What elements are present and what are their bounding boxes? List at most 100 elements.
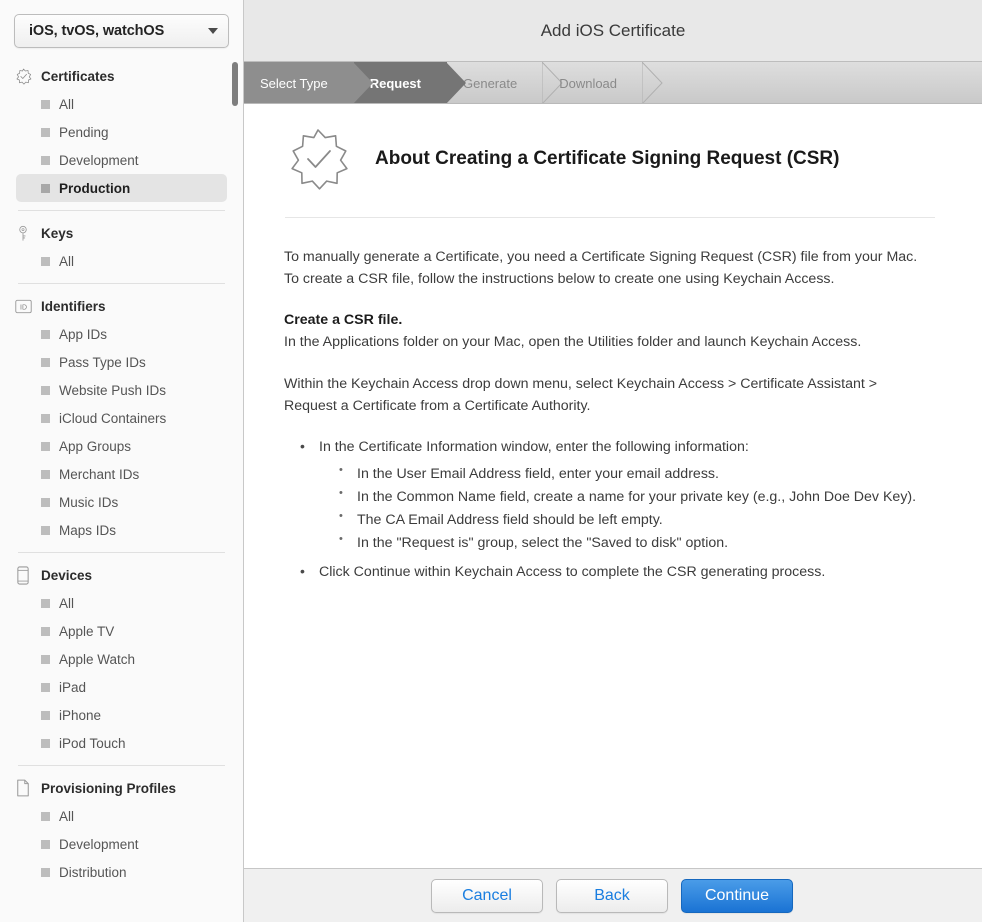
sidebar-item-label: App Groups — [59, 438, 132, 454]
document-icon — [14, 779, 32, 797]
footer-actions: Cancel Back Continue — [244, 868, 982, 922]
sub-bullet-text: In the "Request is" group, select the "S… — [357, 534, 729, 551]
sidebar-item-label: Development — [59, 152, 139, 168]
sidebar-item-label: Production — [59, 180, 131, 196]
sidebar-scrollbar-thumb[interactable] — [232, 62, 238, 106]
square-bullet-icon — [41, 839, 50, 849]
sidebar-nav: Certificates All Pending Development Product… — [0, 62, 243, 886]
square-bullet-icon — [41, 525, 50, 535]
sidebar-item-label: All — [59, 808, 75, 824]
step-breadcrumb: Select Type Request Generate Download — [244, 62, 982, 104]
sidebar-item-pending[interactable]: Pending — [16, 118, 227, 146]
square-bullet-icon — [41, 385, 50, 395]
content-area: About Creating a Certificate Signing Req… — [244, 104, 982, 868]
list-item: In the Common Name field, create a name … — [319, 485, 934, 509]
sidebar-item-label: Pass Type IDs — [59, 354, 146, 370]
sidebar-section-provisioning-profiles[interactable]: Provisioning Profiles — [0, 774, 243, 802]
sidebar-item-label: iPod Touch — [59, 735, 126, 751]
step-arrow-icon — [446, 62, 466, 103]
main-panel: Add iOS Certificate Select Type Request Ge… — [244, 0, 982, 922]
square-bullet-icon — [41, 441, 50, 451]
sidebar-item-all[interactable]: All — [16, 247, 227, 275]
sidebar-item-label: iPhone — [59, 707, 102, 723]
sidebar-section-certificates[interactable]: Certificates — [0, 62, 243, 90]
id-badge-icon: ID — [14, 297, 32, 315]
square-bullet-icon — [41, 99, 50, 109]
square-bullet-icon — [41, 654, 50, 664]
step-download[interactable]: Download — [543, 62, 663, 103]
sidebar-item-website-push-ids[interactable]: Website Push IDs — [16, 376, 227, 404]
sidebar-item-ipod-touch[interactable]: iPod Touch — [16, 729, 227, 757]
square-bullet-icon — [41, 256, 50, 266]
sidebar-section-devices[interactable]: Devices — [0, 561, 243, 589]
square-bullet-icon — [41, 497, 50, 507]
platform-select-dropdown[interactable]: iOS, tvOS, watchOS — [14, 14, 229, 48]
sidebar-item-development[interactable]: Development — [16, 146, 227, 174]
sidebar-item-all[interactable]: All — [16, 589, 227, 617]
back-button[interactable]: Back — [556, 878, 668, 913]
sub-bullet-text: The CA Email Address field should be lef… — [357, 511, 663, 528]
sidebar-item-iphone[interactable]: iPhone — [16, 701, 227, 729]
sidebar-item-merchant-ids[interactable]: Merchant IDs — [16, 460, 227, 488]
bullet-1-text: In the Certificate Information window, e… — [319, 438, 749, 455]
sidebar-section-label: Provisioning Profiles — [41, 780, 177, 796]
sidebar-item-ipad[interactable]: iPad — [16, 673, 227, 701]
square-bullet-icon — [41, 738, 50, 748]
sidebar-item-label: Apple Watch — [59, 651, 136, 667]
svg-text:ID: ID — [20, 304, 27, 311]
sidebar-section-keys[interactable]: Keys — [0, 219, 243, 247]
sidebar-item-distribution[interactable]: Distribution — [16, 858, 227, 886]
step-label: Select Type — [260, 75, 328, 91]
square-bullet-icon — [41, 598, 50, 608]
sidebar-item-label: iCloud Containers — [59, 410, 167, 426]
intro-paragraph: To manually generate a Certificate, you … — [284, 249, 918, 288]
square-bullet-icon — [41, 811, 50, 821]
sidebar-item-app-ids[interactable]: App IDs — [16, 320, 227, 348]
sidebar-item-all[interactable]: All — [16, 802, 227, 830]
sidebar-item-music-ids[interactable]: Music IDs — [16, 488, 227, 516]
sidebar-item-maps-ids[interactable]: Maps IDs — [16, 516, 227, 544]
list-item: In the User Email Address field, enter y… — [319, 462, 934, 486]
page-title: Add iOS Certificate — [540, 20, 686, 40]
sidebar-item-label: App IDs — [59, 326, 108, 342]
sidebar-item-pass-type-ids[interactable]: Pass Type IDs — [16, 348, 227, 376]
sidebar-section-label: Identifiers — [41, 298, 106, 314]
sidebar-item-label: All — [59, 96, 75, 112]
list-item: Click Continue within Keychain Access to… — [284, 560, 934, 584]
square-bullet-icon — [41, 183, 50, 193]
section-divider — [18, 552, 225, 553]
bullet-2-text: Click Continue within Keychain Access to… — [319, 563, 826, 580]
sidebar-item-apple-tv[interactable]: Apple TV — [16, 617, 227, 645]
sidebar-item-icloud-containers[interactable]: iCloud Containers — [16, 404, 227, 432]
sidebar-item-development[interactable]: Development — [16, 830, 227, 858]
continue-button[interactable]: Continue — [681, 878, 793, 913]
square-bullet-icon — [41, 127, 50, 137]
sidebar-item-label: Development — [59, 836, 139, 852]
sidebar-item-apple-watch[interactable]: Apple Watch — [16, 645, 227, 673]
page-titlebar: Add iOS Certificate — [244, 0, 982, 62]
phone-icon — [14, 565, 32, 585]
square-bullet-icon — [41, 626, 50, 636]
square-bullet-icon — [41, 155, 50, 165]
square-bullet-icon — [41, 682, 50, 692]
sidebar-section-label: Devices — [41, 567, 93, 583]
sidebar-scrollbar-track[interactable] — [232, 0, 241, 922]
list-item: In the Certificate Information window, e… — [284, 435, 934, 555]
sidebar-item-label: Merchant IDs — [59, 466, 140, 482]
list-item: The CA Email Address field should be lef… — [319, 508, 934, 532]
cancel-button[interactable]: Cancel — [431, 878, 543, 913]
step-label: Request — [369, 75, 421, 91]
sidebar-item-production[interactable]: Production — [16, 174, 227, 202]
sidebar-item-label: iPad — [59, 679, 87, 695]
list-item: In the "Request is" group, select the "S… — [319, 531, 934, 555]
sidebar-item-app-groups[interactable]: App Groups — [16, 432, 227, 460]
platform-select-value: iOS, tvOS, watchOS — [29, 23, 165, 39]
square-bullet-icon — [41, 413, 50, 423]
step-select-type[interactable]: Select Type — [244, 62, 373, 103]
sidebar-item-all[interactable]: All — [16, 90, 227, 118]
step-arrow-icon — [352, 62, 373, 103]
square-bullet-icon — [41, 710, 50, 720]
sidebar-section-identifiers[interactable]: ID Identifiers — [0, 292, 243, 320]
content-header: About Creating a Certificate Signing Req… — [244, 104, 982, 192]
sidebar-item-label: Pending — [59, 124, 109, 140]
